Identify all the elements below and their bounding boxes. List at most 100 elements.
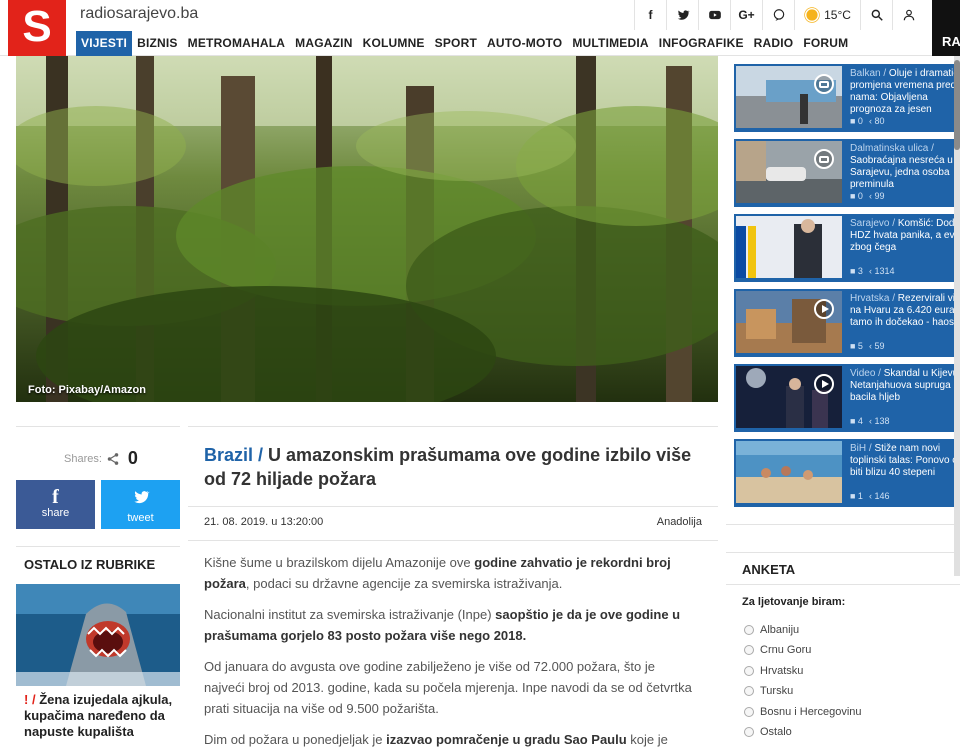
radio-button[interactable] bbox=[744, 645, 754, 656]
news-thumbnail[interactable] bbox=[736, 66, 842, 128]
divider bbox=[726, 584, 960, 585]
youtube-icon[interactable] bbox=[698, 0, 730, 30]
share-count: ‹ 80 bbox=[868, 116, 885, 126]
divider bbox=[726, 552, 960, 553]
news-thumbnail[interactable] bbox=[736, 216, 842, 278]
divider bbox=[188, 426, 718, 427]
twitter-icon[interactable] bbox=[666, 0, 698, 30]
poll-option[interactable]: Tursku bbox=[744, 685, 793, 697]
radio-button[interactable] bbox=[744, 625, 754, 635]
news-category: Sarajevo / bbox=[850, 218, 898, 229]
poll-title: ANKETA bbox=[742, 562, 796, 577]
poll-option-label: Ostalo bbox=[760, 726, 792, 738]
rubrika-article-image[interactable] bbox=[16, 584, 180, 686]
rubrika-article-title[interactable]: ! / Žena izujedala ajkula, kupačima nare… bbox=[24, 692, 184, 740]
nav-item-metromahala[interactable]: METROMAHALA bbox=[183, 31, 291, 56]
poll-option[interactable]: Bosnu i Hercegovinu bbox=[744, 706, 862, 718]
news-category: Hrvatska / bbox=[850, 293, 898, 304]
news-stats: ■ 0 ‹ 80 bbox=[850, 116, 884, 126]
radio-button[interactable] bbox=[744, 665, 754, 676]
news-headline[interactable]: Dalmatinska ulica / Saobraćajna nesreća … bbox=[850, 143, 960, 191]
facebook-icon: f bbox=[52, 486, 59, 508]
nav-item-forum[interactable]: FORUM bbox=[798, 31, 853, 56]
radio-live-button[interactable]: RAI bbox=[932, 0, 960, 56]
news-title: Saobraćajna nesreća u Sarajevu, jedna os… bbox=[850, 155, 953, 190]
news-item[interactable]: Video / Skandal u Kijevu: Netanjahuova s… bbox=[734, 364, 960, 432]
user-icon[interactable] bbox=[892, 0, 924, 30]
news-headline[interactable]: Balkan / Oluje i dramatične promjena vre… bbox=[850, 68, 960, 116]
jungle-photo bbox=[16, 56, 718, 402]
article-paragraph: Nacionalni institut za svemirska istraži… bbox=[204, 604, 696, 646]
sun-icon bbox=[806, 9, 818, 21]
article-paragraph: Od januara do avgusta ove godine zabilje… bbox=[204, 659, 692, 716]
news-thumbnail[interactable] bbox=[736, 291, 842, 353]
poll-option-label: Tursku bbox=[760, 685, 794, 698]
divider bbox=[188, 540, 718, 541]
twitter-icon bbox=[101, 487, 180, 512]
share-count: ‹ 99 bbox=[868, 191, 885, 201]
twitter-share-button[interactable]: tweet bbox=[101, 480, 180, 529]
poll-option[interactable]: Ostalo bbox=[744, 726, 792, 738]
news-headline[interactable]: BiH / Stiže nam novi toplinski talas: Po… bbox=[850, 443, 960, 479]
share-count: ‹ 59 bbox=[868, 341, 885, 351]
nav-item-sport[interactable]: SPORT bbox=[430, 31, 482, 56]
facebook-icon[interactable]: f bbox=[634, 0, 666, 30]
news-category: Video / bbox=[850, 368, 884, 379]
temperature: 15°C bbox=[824, 8, 851, 22]
weather-widget[interactable]: 15°C bbox=[794, 0, 860, 30]
news-item[interactable]: Balkan / Oluje i dramatične promjena vre… bbox=[734, 64, 960, 132]
nav-item-kolumne[interactable]: KOLUMNE bbox=[358, 31, 430, 56]
article-paragraph: Dim od požara u ponedjeljak je izazvao p… bbox=[204, 729, 696, 752]
comment-count: ■ 3 bbox=[850, 266, 863, 276]
google-plus-icon[interactable]: G+ bbox=[730, 0, 762, 30]
news-headline[interactable]: Video / Skandal u Kijevu: Netanjahuova s… bbox=[850, 368, 960, 404]
facebook-share-button[interactable]: f share bbox=[16, 480, 95, 529]
site-name[interactable]: radiosarajevo.ba bbox=[80, 5, 198, 23]
news-stats: ■ 3 ‹ 1314 bbox=[850, 266, 894, 276]
news-item[interactable]: BiH / Stiže nam novi toplinski talas: Po… bbox=[734, 439, 960, 507]
poll-option[interactable]: Crnu Goru bbox=[744, 644, 811, 656]
comment-count: ■ 5 bbox=[850, 341, 863, 351]
article-paragraph: Kišne šume u brazilskom dijelu Amazonije… bbox=[204, 552, 696, 594]
comment-count: ■ 0 bbox=[850, 191, 863, 201]
article-category[interactable]: Brazil / bbox=[204, 445, 263, 465]
viber-icon[interactable] bbox=[762, 0, 794, 30]
news-item[interactable]: Sarajevo / Komšić: Dodik i HDZ hvata pan… bbox=[734, 214, 960, 282]
news-stats: ■ 0 ‹ 99 bbox=[850, 191, 884, 201]
search-icon[interactable] bbox=[860, 0, 892, 30]
news-thumbnail[interactable] bbox=[736, 141, 842, 203]
news-item[interactable]: Hrvatska / Rezervirali vilu na Hvaru za … bbox=[734, 289, 960, 357]
news-thumbnail[interactable] bbox=[736, 366, 842, 428]
news-headline[interactable]: Hrvatska / Rezervirali vilu na Hvaru za … bbox=[850, 293, 960, 329]
poll-option[interactable]: Hrvatsku bbox=[744, 665, 803, 677]
scrollbar-thumb[interactable] bbox=[954, 60, 960, 150]
news-headline[interactable]: Sarajevo / Komšić: Dodik i HDZ hvata pan… bbox=[850, 218, 960, 254]
nav-item-auto-moto[interactable]: AUTO-MOTO bbox=[482, 31, 567, 56]
radio-button[interactable] bbox=[744, 686, 754, 697]
camera-icon bbox=[814, 149, 834, 169]
divider bbox=[188, 506, 718, 507]
divider bbox=[16, 426, 180, 427]
nav-item-infografike[interactable]: INFOGRAFIKE bbox=[654, 31, 749, 56]
comment-count: ■ 0 bbox=[850, 116, 863, 126]
poll-question: Za ljetovanje biram: bbox=[742, 596, 846, 608]
news-item[interactable]: Dalmatinska ulica / Saobraćajna nesreća … bbox=[734, 139, 960, 207]
news-stats: ■ 4 ‹ 138 bbox=[850, 416, 889, 426]
shares-label: Shares: bbox=[64, 452, 102, 465]
share-icon bbox=[107, 452, 119, 465]
share-count: ‹ 138 bbox=[868, 416, 890, 426]
nav-item-multimedia[interactable]: MULTIMEDIA bbox=[567, 31, 653, 56]
nav-item-magazin[interactable]: MAGAZIN bbox=[290, 31, 357, 56]
radio-button[interactable] bbox=[744, 706, 754, 717]
nav-item-biznis[interactable]: BIZNIS bbox=[132, 31, 183, 56]
shark-photo bbox=[16, 584, 180, 686]
poll-option-label: Hrvatsku bbox=[760, 664, 804, 677]
paragraph-bold: izazvao pomračenje u gradu Sao Paulu bbox=[386, 732, 627, 747]
nav-item-radio[interactable]: RADIO bbox=[749, 31, 799, 56]
site-logo[interactable]: S bbox=[8, 0, 66, 56]
radio-button[interactable] bbox=[744, 727, 754, 737]
poll-option[interactable]: Albaniju bbox=[744, 624, 799, 636]
news-thumbnail[interactable] bbox=[736, 441, 842, 503]
nav-item-vijesti[interactable]: VIJESTI bbox=[76, 31, 133, 56]
article-headline: U amazonskim prašumama ove godine izbilo… bbox=[204, 445, 692, 489]
